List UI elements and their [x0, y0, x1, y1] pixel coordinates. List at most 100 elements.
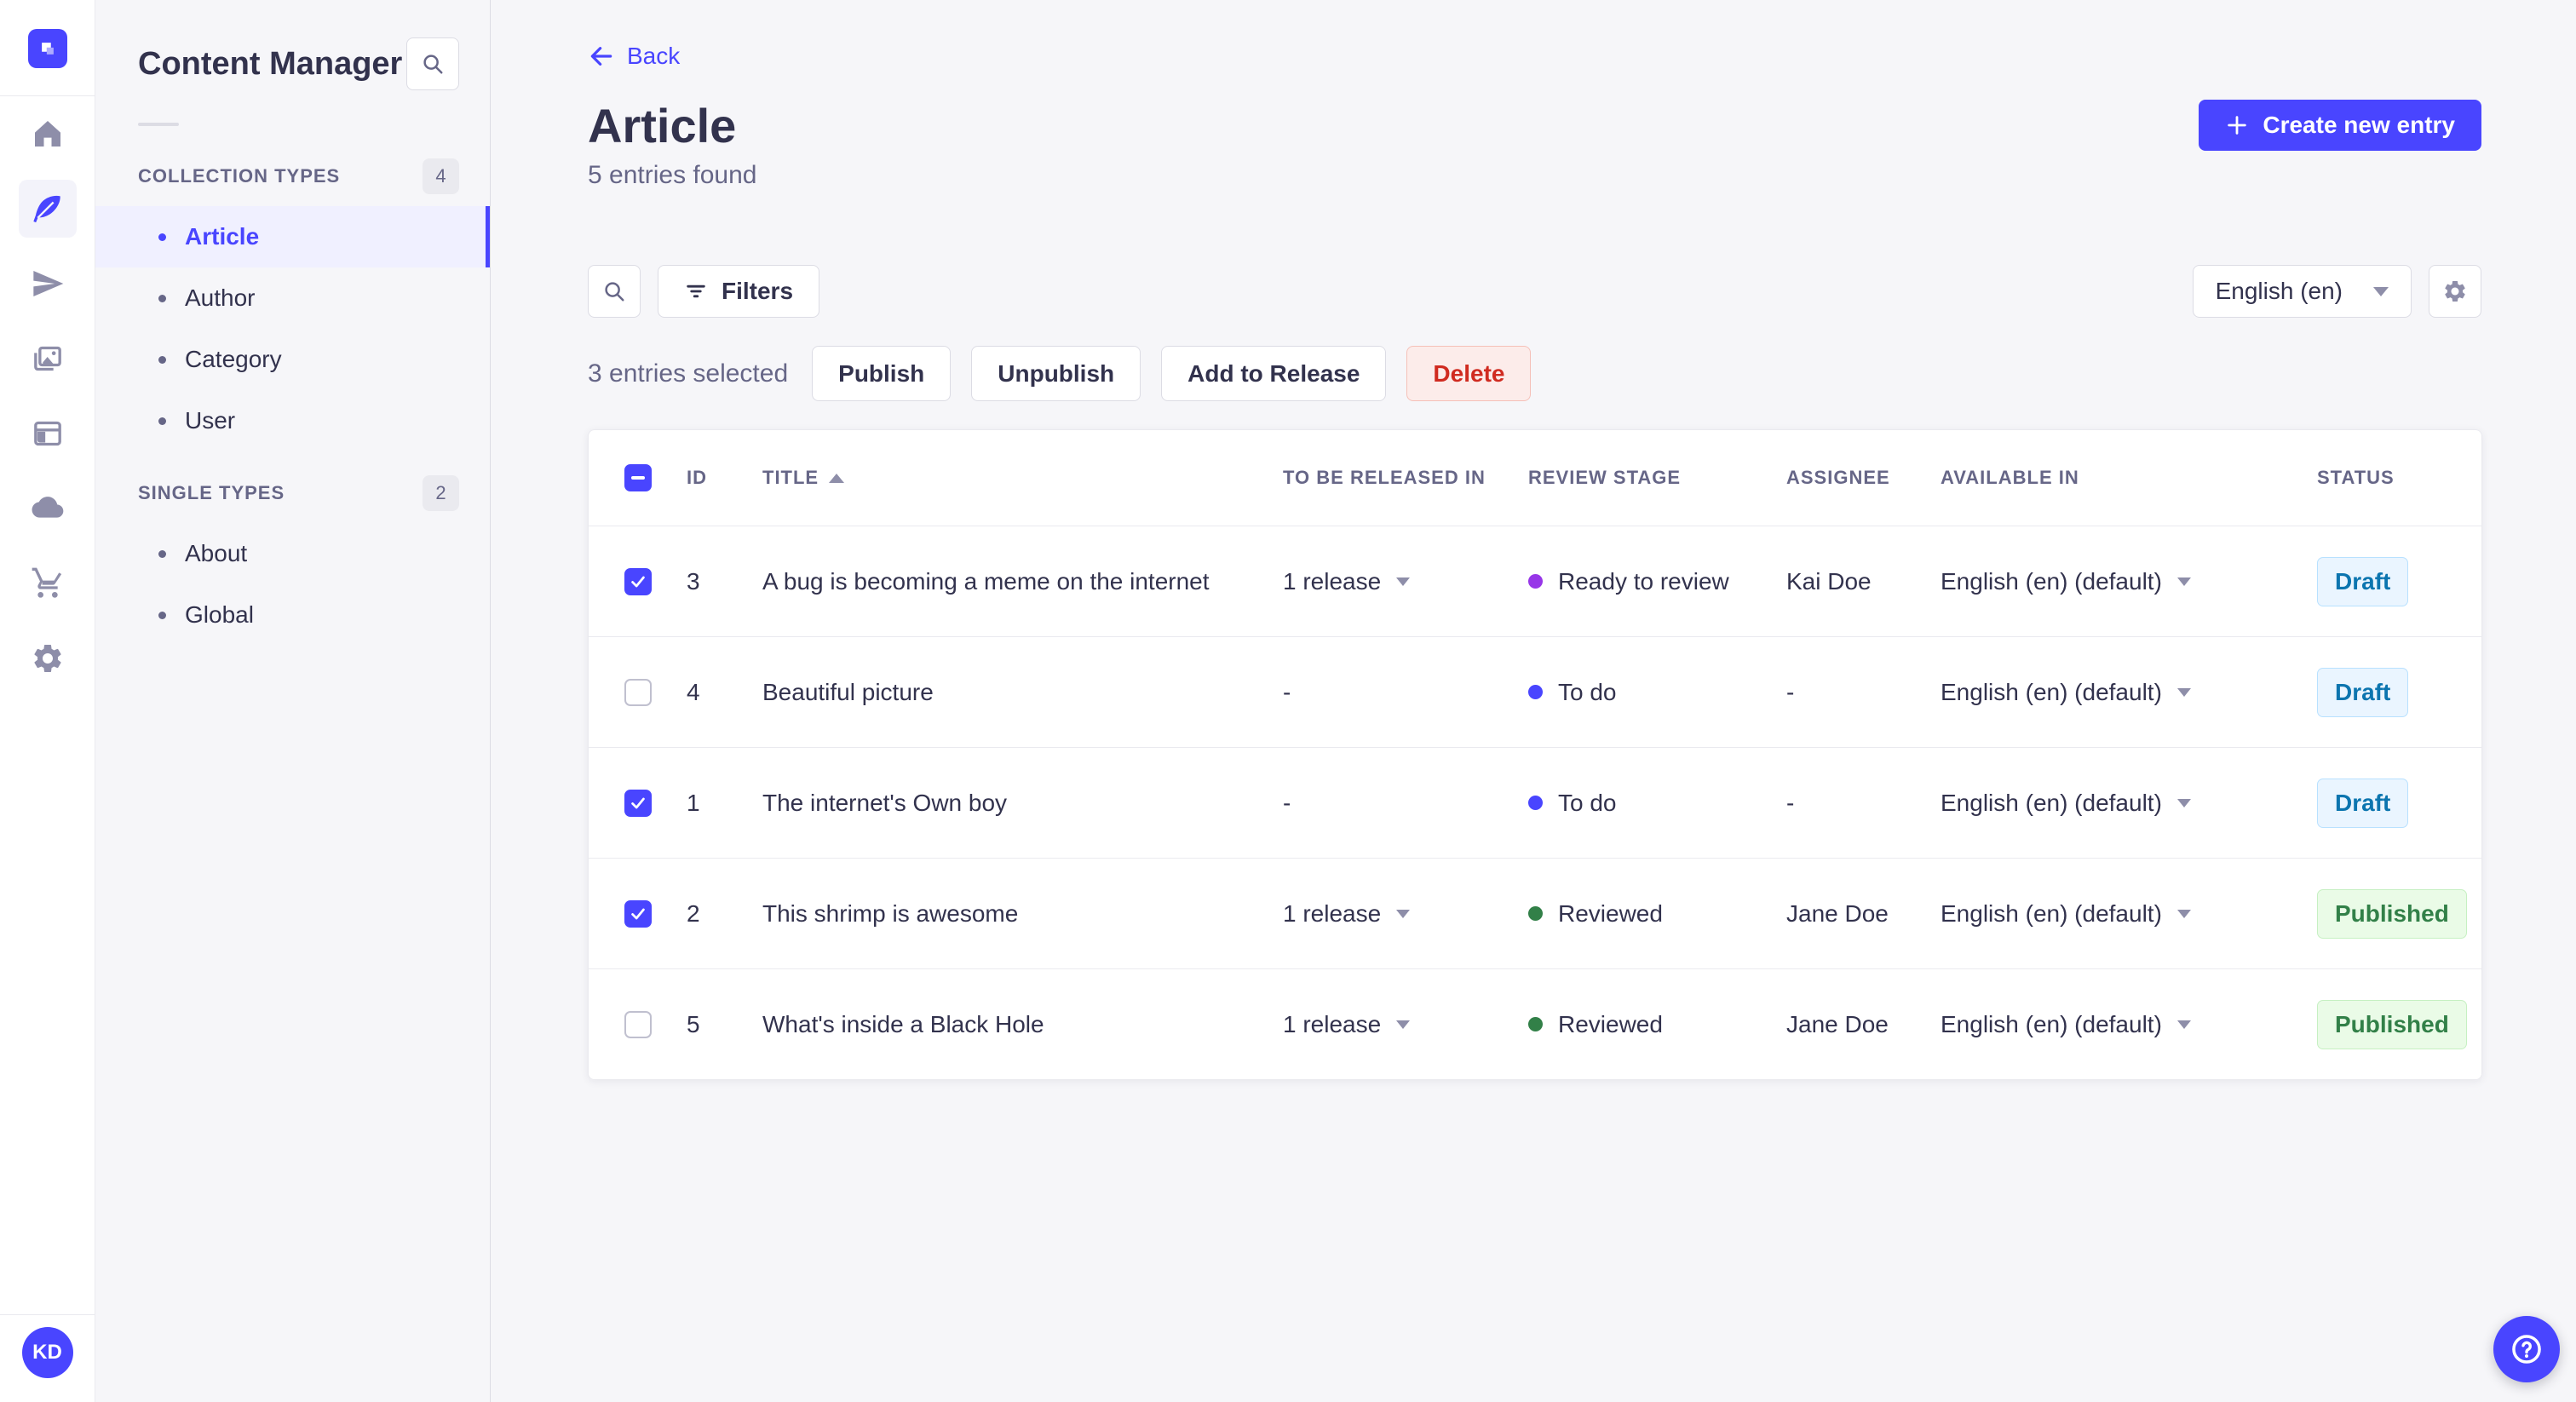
- bullet-icon: [158, 294, 166, 302]
- release-caret: [1396, 577, 1411, 586]
- status-badge: Published: [2317, 999, 2467, 1049]
- bullet-icon: [158, 355, 166, 364]
- feather-icon[interactable]: [18, 180, 77, 238]
- subnav-search-button[interactable]: [406, 37, 459, 90]
- cell-assignee: Jane Doe: [1786, 899, 1889, 927]
- cell-stage: Reviewed: [1528, 1011, 1786, 1038]
- sidebar-item-author[interactable]: Author: [95, 267, 490, 329]
- home-icon[interactable]: [19, 105, 77, 163]
- single-types-count: 2: [423, 475, 459, 511]
- cell-released[interactable]: 1 release: [1283, 900, 1528, 928]
- unpublish-button[interactable]: Unpublish: [971, 346, 1141, 401]
- row-checkbox[interactable]: [624, 1010, 652, 1038]
- cell-released[interactable]: -: [1283, 790, 1528, 817]
- selection-count-text: 3 entries selected: [588, 359, 789, 388]
- bullet-icon: [158, 417, 166, 425]
- search-button[interactable]: [588, 265, 641, 318]
- sidebar-item-category[interactable]: Category: [95, 329, 490, 390]
- main-content: Back Article 5 entries found Create new …: [492, 0, 2576, 1402]
- cell-available[interactable]: English (en) (default): [1941, 568, 2317, 595]
- gear-icon: [2445, 281, 2465, 302]
- entries-count: 5 entries found: [588, 161, 757, 189]
- cell-id: 4: [687, 678, 700, 705]
- page-title: Article: [588, 99, 737, 152]
- status-badge: Draft: [2317, 667, 2409, 717]
- collection-types-list: Article Author Category User: [95, 206, 490, 451]
- cell-available[interactable]: English (en) (default): [1941, 790, 2317, 817]
- table-row[interactable]: 1 The internet's Own boy - To do - Engli…: [589, 747, 2481, 858]
- avatar[interactable]: KD: [21, 1327, 73, 1378]
- table-row[interactable]: 3 A bug is becoming a meme on the intern…: [589, 526, 2481, 636]
- view-settings-button[interactable]: [2429, 265, 2481, 318]
- cell-released[interactable]: -: [1283, 679, 1528, 706]
- stage-dot: [1528, 1017, 1543, 1031]
- column-header-stage[interactable]: REVIEW STAGE: [1528, 467, 1786, 489]
- locale-caret: [2176, 798, 2191, 807]
- entries-table: ID TITLE TO BE RELEASED IN REVIEW STAGE …: [588, 429, 2482, 1080]
- table-row[interactable]: 2 This shrimp is awesome 1 release Revie…: [589, 858, 2481, 968]
- row-checkbox[interactable]: [624, 678, 652, 706]
- arrow-left-icon: [590, 47, 612, 66]
- cell-assignee: Kai Doe: [1786, 567, 1872, 595]
- status-badge: Draft: [2317, 778, 2409, 828]
- search-icon: [423, 55, 443, 74]
- sidebar-item-global[interactable]: Global: [95, 584, 490, 646]
- sidebar-item-about[interactable]: About: [95, 523, 490, 584]
- cell-released[interactable]: 1 release: [1283, 568, 1528, 595]
- cell-available[interactable]: English (en) (default): [1941, 900, 2317, 928]
- cell-id: 5: [687, 1010, 700, 1037]
- sidebar-item-label: About: [185, 540, 248, 566]
- cell-title: A bug is becoming a meme on the internet: [762, 567, 1210, 595]
- locale-caret: [2176, 687, 2191, 697]
- delete-button[interactable]: Delete: [1406, 346, 1532, 401]
- cloud-icon[interactable]: [19, 480, 77, 537]
- cell-title: Beautiful picture: [762, 678, 934, 705]
- cell-title: This shrimp is awesome: [762, 899, 1019, 927]
- column-header-id[interactable]: ID: [687, 467, 762, 489]
- cart-icon[interactable]: [19, 554, 77, 612]
- layout-icon[interactable]: [19, 405, 77, 463]
- question-mark-icon: [2512, 1335, 2541, 1364]
- row-checkbox[interactable]: [624, 899, 652, 928]
- locale-caret: [2176, 1020, 2191, 1029]
- locale-select[interactable]: English (en): [2192, 265, 2412, 318]
- paper-plane-icon[interactable]: [19, 255, 77, 313]
- column-header-assignee[interactable]: ASSIGNEE: [1786, 467, 1941, 489]
- cell-released[interactable]: 1 release: [1283, 1011, 1528, 1038]
- help-button[interactable]: [2493, 1316, 2560, 1382]
- back-link[interactable]: Back: [588, 43, 680, 70]
- collection-types-count: 4: [423, 158, 459, 194]
- table-row[interactable]: 5 What's inside a Black Hole 1 release R…: [589, 968, 2481, 1079]
- column-header-released[interactable]: TO BE RELEASED IN: [1283, 467, 1528, 489]
- column-header-available[interactable]: AVAILABLE IN: [1941, 467, 2317, 489]
- select-all-checkbox[interactable]: [624, 464, 652, 491]
- plus-icon: [2228, 116, 2247, 135]
- row-checkbox[interactable]: [624, 789, 652, 817]
- add-to-release-button[interactable]: Add to Release: [1161, 346, 1387, 401]
- bullet-icon: [158, 233, 166, 241]
- images-icon[interactable]: [19, 330, 77, 388]
- cell-assignee: -: [1786, 678, 1795, 705]
- column-header-title[interactable]: TITLE: [762, 467, 1283, 489]
- cell-available[interactable]: English (en) (default): [1941, 679, 2317, 706]
- release-caret: [1396, 1020, 1411, 1029]
- cell-id: 2: [687, 899, 700, 927]
- publish-button[interactable]: Publish: [812, 346, 952, 401]
- filters-button[interactable]: Filters: [658, 265, 820, 318]
- sidebar-item-article[interactable]: Article: [95, 206, 490, 267]
- create-new-entry-button[interactable]: Create new entry: [2199, 100, 2481, 151]
- gear-icon[interactable]: [19, 629, 77, 687]
- row-checkbox[interactable]: [624, 567, 652, 595]
- stage-dot: [1528, 685, 1543, 699]
- cell-title: The internet's Own boy: [762, 789, 1008, 816]
- column-header-status[interactable]: STATUS: [2317, 467, 2481, 489]
- cell-available[interactable]: English (en) (default): [1941, 1011, 2317, 1038]
- table-row[interactable]: 4 Beautiful picture - To do - English (e…: [589, 636, 2481, 747]
- subnav-content-manager: Content Manager COLLECTION TYPES 4 Artic…: [95, 0, 491, 1402]
- sidebar-item-user[interactable]: User: [95, 390, 490, 451]
- cell-stage: To do: [1528, 679, 1786, 706]
- cell-assignee: -: [1786, 789, 1795, 816]
- locale-caret: [2176, 909, 2191, 918]
- search-icon: [605, 282, 624, 302]
- strapi-logo[interactable]: [27, 29, 67, 68]
